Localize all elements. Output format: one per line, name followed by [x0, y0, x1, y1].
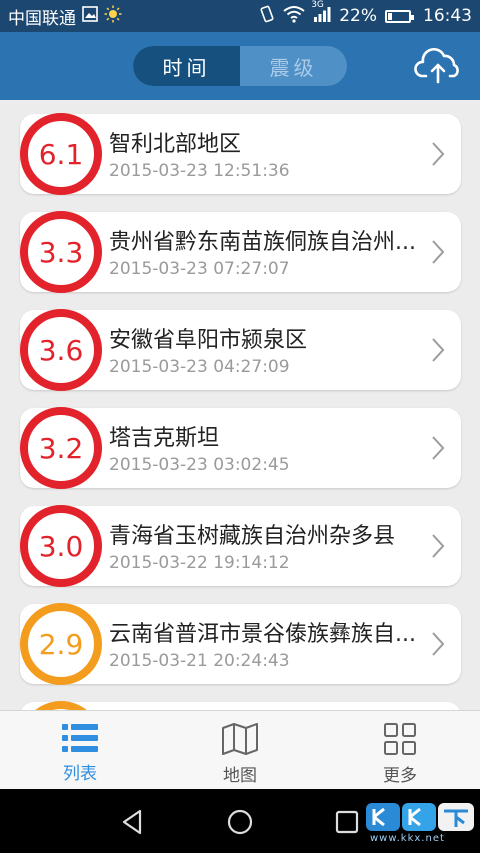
list-item[interactable]: 3.6 安徽省阜阳市颍泉区 2015-03-23 04:27:09 [20, 309, 461, 391]
chevron-right-icon [432, 142, 445, 166]
magnitude-value: 3.2 [38, 431, 84, 465]
carrier-name: 中国联通 [8, 8, 76, 29]
chevron-right-icon [432, 338, 445, 362]
magnitude-badge: 3.2 [20, 407, 102, 489]
cloud-upload-icon[interactable] [414, 46, 462, 86]
list-icon [62, 724, 98, 752]
signal-icon: 3G [311, 0, 331, 27]
home-icon[interactable] [225, 807, 255, 837]
nav-more[interactable]: 更多 [320, 711, 480, 789]
nav-map-label: 地图 [223, 766, 257, 786]
location-name: 塔吉克斯坦 [109, 426, 220, 451]
magnitude-badge: 3.0 [20, 505, 102, 587]
back-icon[interactable] [118, 807, 148, 837]
magnitude-value: 3.6 [38, 333, 84, 367]
gallery-icon [82, 5, 98, 27]
vibrate-icon [259, 5, 275, 28]
battery-icon [385, 9, 414, 23]
list-item[interactable]: 3.3 贵州省黔东南苗族侗族自治州... 2015-03-23 07:27:07 [20, 211, 461, 293]
event-time: 2015-03-23 07:27:07 [109, 259, 290, 279]
magnitude-badge [20, 701, 102, 710]
map-icon [222, 723, 258, 755]
event-time: 2015-03-23 03:02:45 [109, 455, 290, 475]
magnitude-badge: 6.1 [20, 113, 102, 195]
magnitude-value: 3.0 [38, 529, 84, 563]
list-item[interactable] [20, 701, 461, 710]
recents-icon[interactable] [332, 807, 362, 837]
watermark-logo: www.kkx.net [362, 801, 478, 847]
grid-icon [384, 723, 416, 755]
sun-icon [104, 5, 122, 28]
watermark-text: www.kkx.net [370, 833, 445, 844]
chevron-right-icon [432, 632, 445, 656]
magnitude-badge: 3.6 [20, 309, 102, 391]
magnitude-value: 3.3 [38, 235, 84, 269]
event-time: 2015-03-23 04:27:09 [109, 357, 290, 377]
nav-list[interactable]: 列表 [0, 711, 160, 789]
chevron-right-icon [432, 436, 445, 460]
network-type: 3G [311, 0, 324, 10]
list-item[interactable]: 6.1 智利北部地区 2015-03-23 12:51:36 [20, 113, 461, 195]
clock: 16:43 [423, 6, 472, 26]
event-time: 2015-03-22 19:14:12 [109, 553, 290, 573]
app-header: 时间 震级 [0, 32, 480, 100]
earthquake-list: 6.1 智利北部地区 2015-03-23 12:51:36 3.3 贵州省黔东… [0, 100, 480, 710]
location-name: 智利北部地区 [109, 132, 242, 157]
list-item[interactable]: 3.2 塔吉克斯坦 2015-03-23 03:02:45 [20, 407, 461, 489]
location-name: 青海省玉树藏族自治州杂多县 [109, 524, 396, 549]
system-navigation-bar: www.kkx.net [0, 789, 480, 853]
nav-map[interactable]: 地图 [160, 711, 320, 789]
tab-time[interactable]: 时间 [133, 46, 240, 86]
chevron-right-icon [432, 240, 445, 264]
tab-magnitude[interactable]: 震级 [240, 46, 347, 86]
magnitude-badge: 2.9 [20, 603, 102, 685]
list-item[interactable]: 3.0 青海省玉树藏族自治州杂多县 2015-03-22 19:14:12 [20, 505, 461, 587]
magnitude-value: 2.9 [38, 627, 84, 661]
list-item[interactable]: 2.9 云南省普洱市景谷傣族彝族自... 2015-03-21 20:24:43 [20, 603, 461, 685]
nav-more-label: 更多 [383, 766, 417, 786]
location-name: 云南省普洱市景谷傣族彝族自... [109, 622, 416, 647]
location-name: 安徽省阜阳市颍泉区 [109, 328, 308, 353]
magnitude-badge: 3.3 [20, 211, 102, 293]
status-bar: 中国联通 3G 22% 16:43 [0, 0, 480, 32]
nav-list-label: 列表 [63, 764, 97, 784]
bottom-navigation: 列表 地图 更多 [0, 710, 480, 789]
event-time: 2015-03-23 12:51:36 [109, 161, 290, 181]
chevron-right-icon [432, 534, 445, 558]
magnitude-value: 6.1 [38, 137, 84, 171]
sort-segmented-control: 时间 震级 [133, 46, 347, 86]
battery-percent: 22% [339, 6, 377, 26]
location-name: 贵州省黔东南苗族侗族自治州... [109, 230, 416, 255]
wifi-icon [283, 5, 305, 28]
event-time: 2015-03-21 20:24:43 [109, 651, 290, 671]
